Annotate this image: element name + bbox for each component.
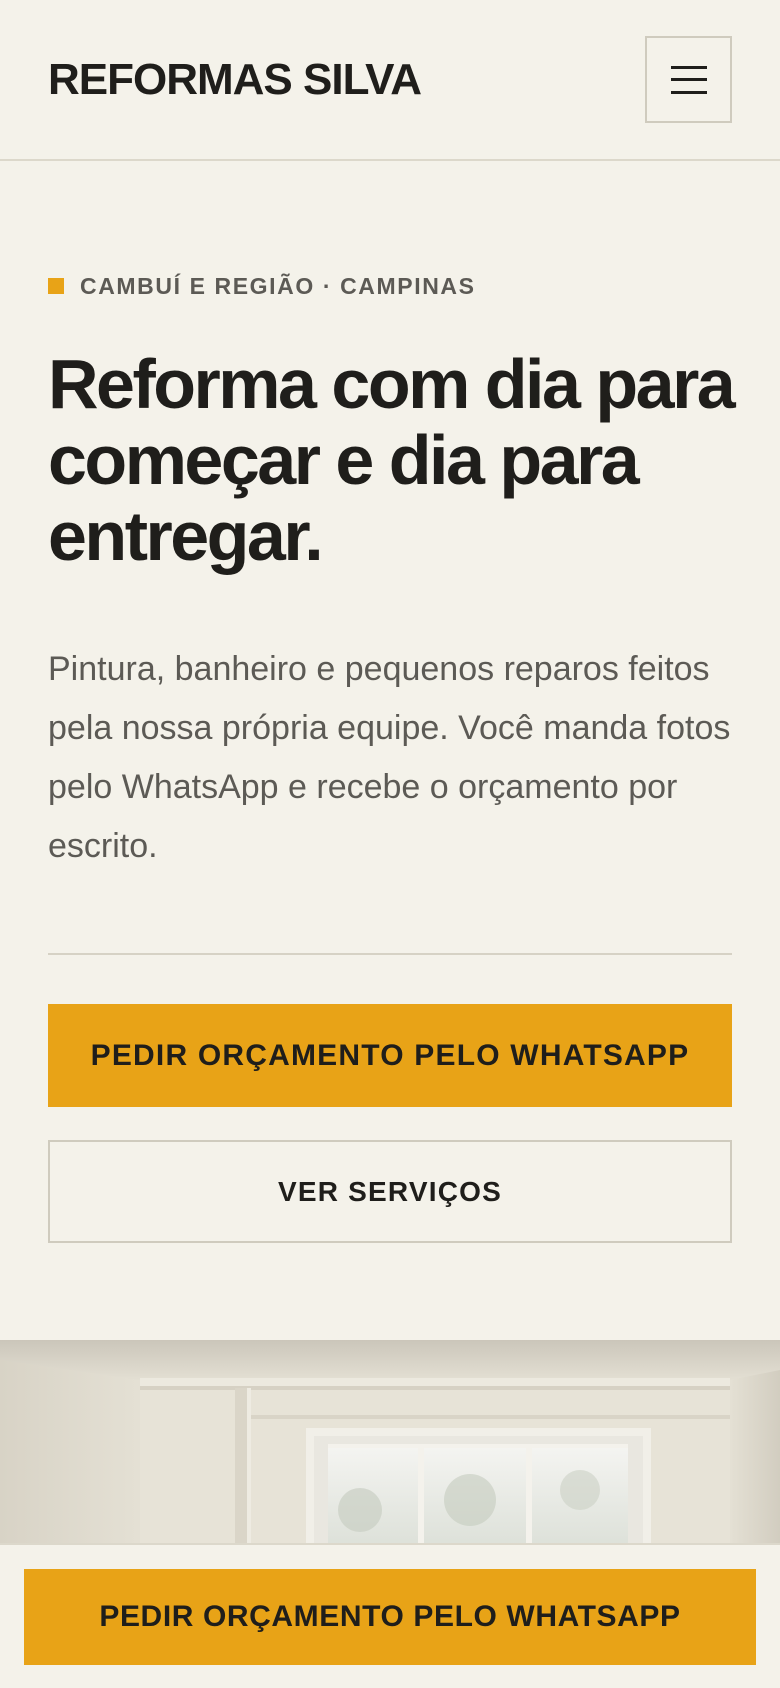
whatsapp-quote-button[interactable]: PEDIR ORÇAMENTO PELO WHATSAPP xyxy=(48,1004,732,1107)
sticky-whatsapp-quote-button[interactable]: PEDIR ORÇAMENTO PELO WHATSAPP xyxy=(24,1569,756,1665)
hero-description: Pintura, banheiro e pequenos reparos fei… xyxy=(48,650,731,865)
location-eyebrow: CAMBUÍ E REGIÃO · CAMPINAS xyxy=(48,272,476,300)
room-photo xyxy=(0,1340,780,1550)
hamburger-menu-icon xyxy=(670,65,707,94)
view-services-button[interactable]: VER SERVIÇOS xyxy=(48,1140,732,1243)
site-header: REFORMAS SILVA xyxy=(0,0,780,161)
hero-divider xyxy=(48,953,732,955)
accent-square-icon xyxy=(48,278,64,294)
brand-logo[interactable]: REFORMAS SILVA xyxy=(48,52,422,108)
hero-headline: Reforma com dia para começar e dia para … xyxy=(48,345,736,575)
location-label: CAMBUÍ E REGIÃO · CAMPINAS xyxy=(80,272,476,299)
menu-button[interactable] xyxy=(645,36,732,123)
sticky-cta-bar: PEDIR ORÇAMENTO PELO WHATSAPP xyxy=(0,1543,780,1688)
